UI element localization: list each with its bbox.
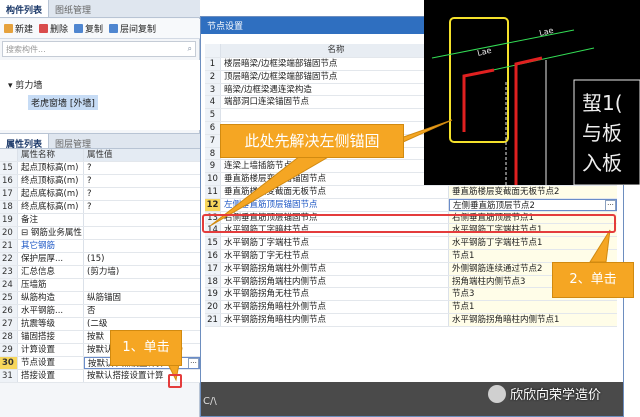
callout-step-1: 1、单击: [110, 330, 182, 366]
highlight-node-setting-button: [168, 374, 182, 388]
callout-2-pointer: [589, 229, 611, 263]
annotation-arrows: [159, 119, 611, 382]
highlight-row-12: [202, 214, 616, 233]
callout-main: 此处先解决左侧锚固: [220, 124, 404, 158]
callout-step-2: 2、单击: [552, 262, 634, 298]
wechat-icon: [488, 384, 506, 403]
watermark: 欣欣向荣学造价: [488, 384, 601, 403]
watermark-text: 欣欣向荣学造价: [510, 388, 602, 403]
